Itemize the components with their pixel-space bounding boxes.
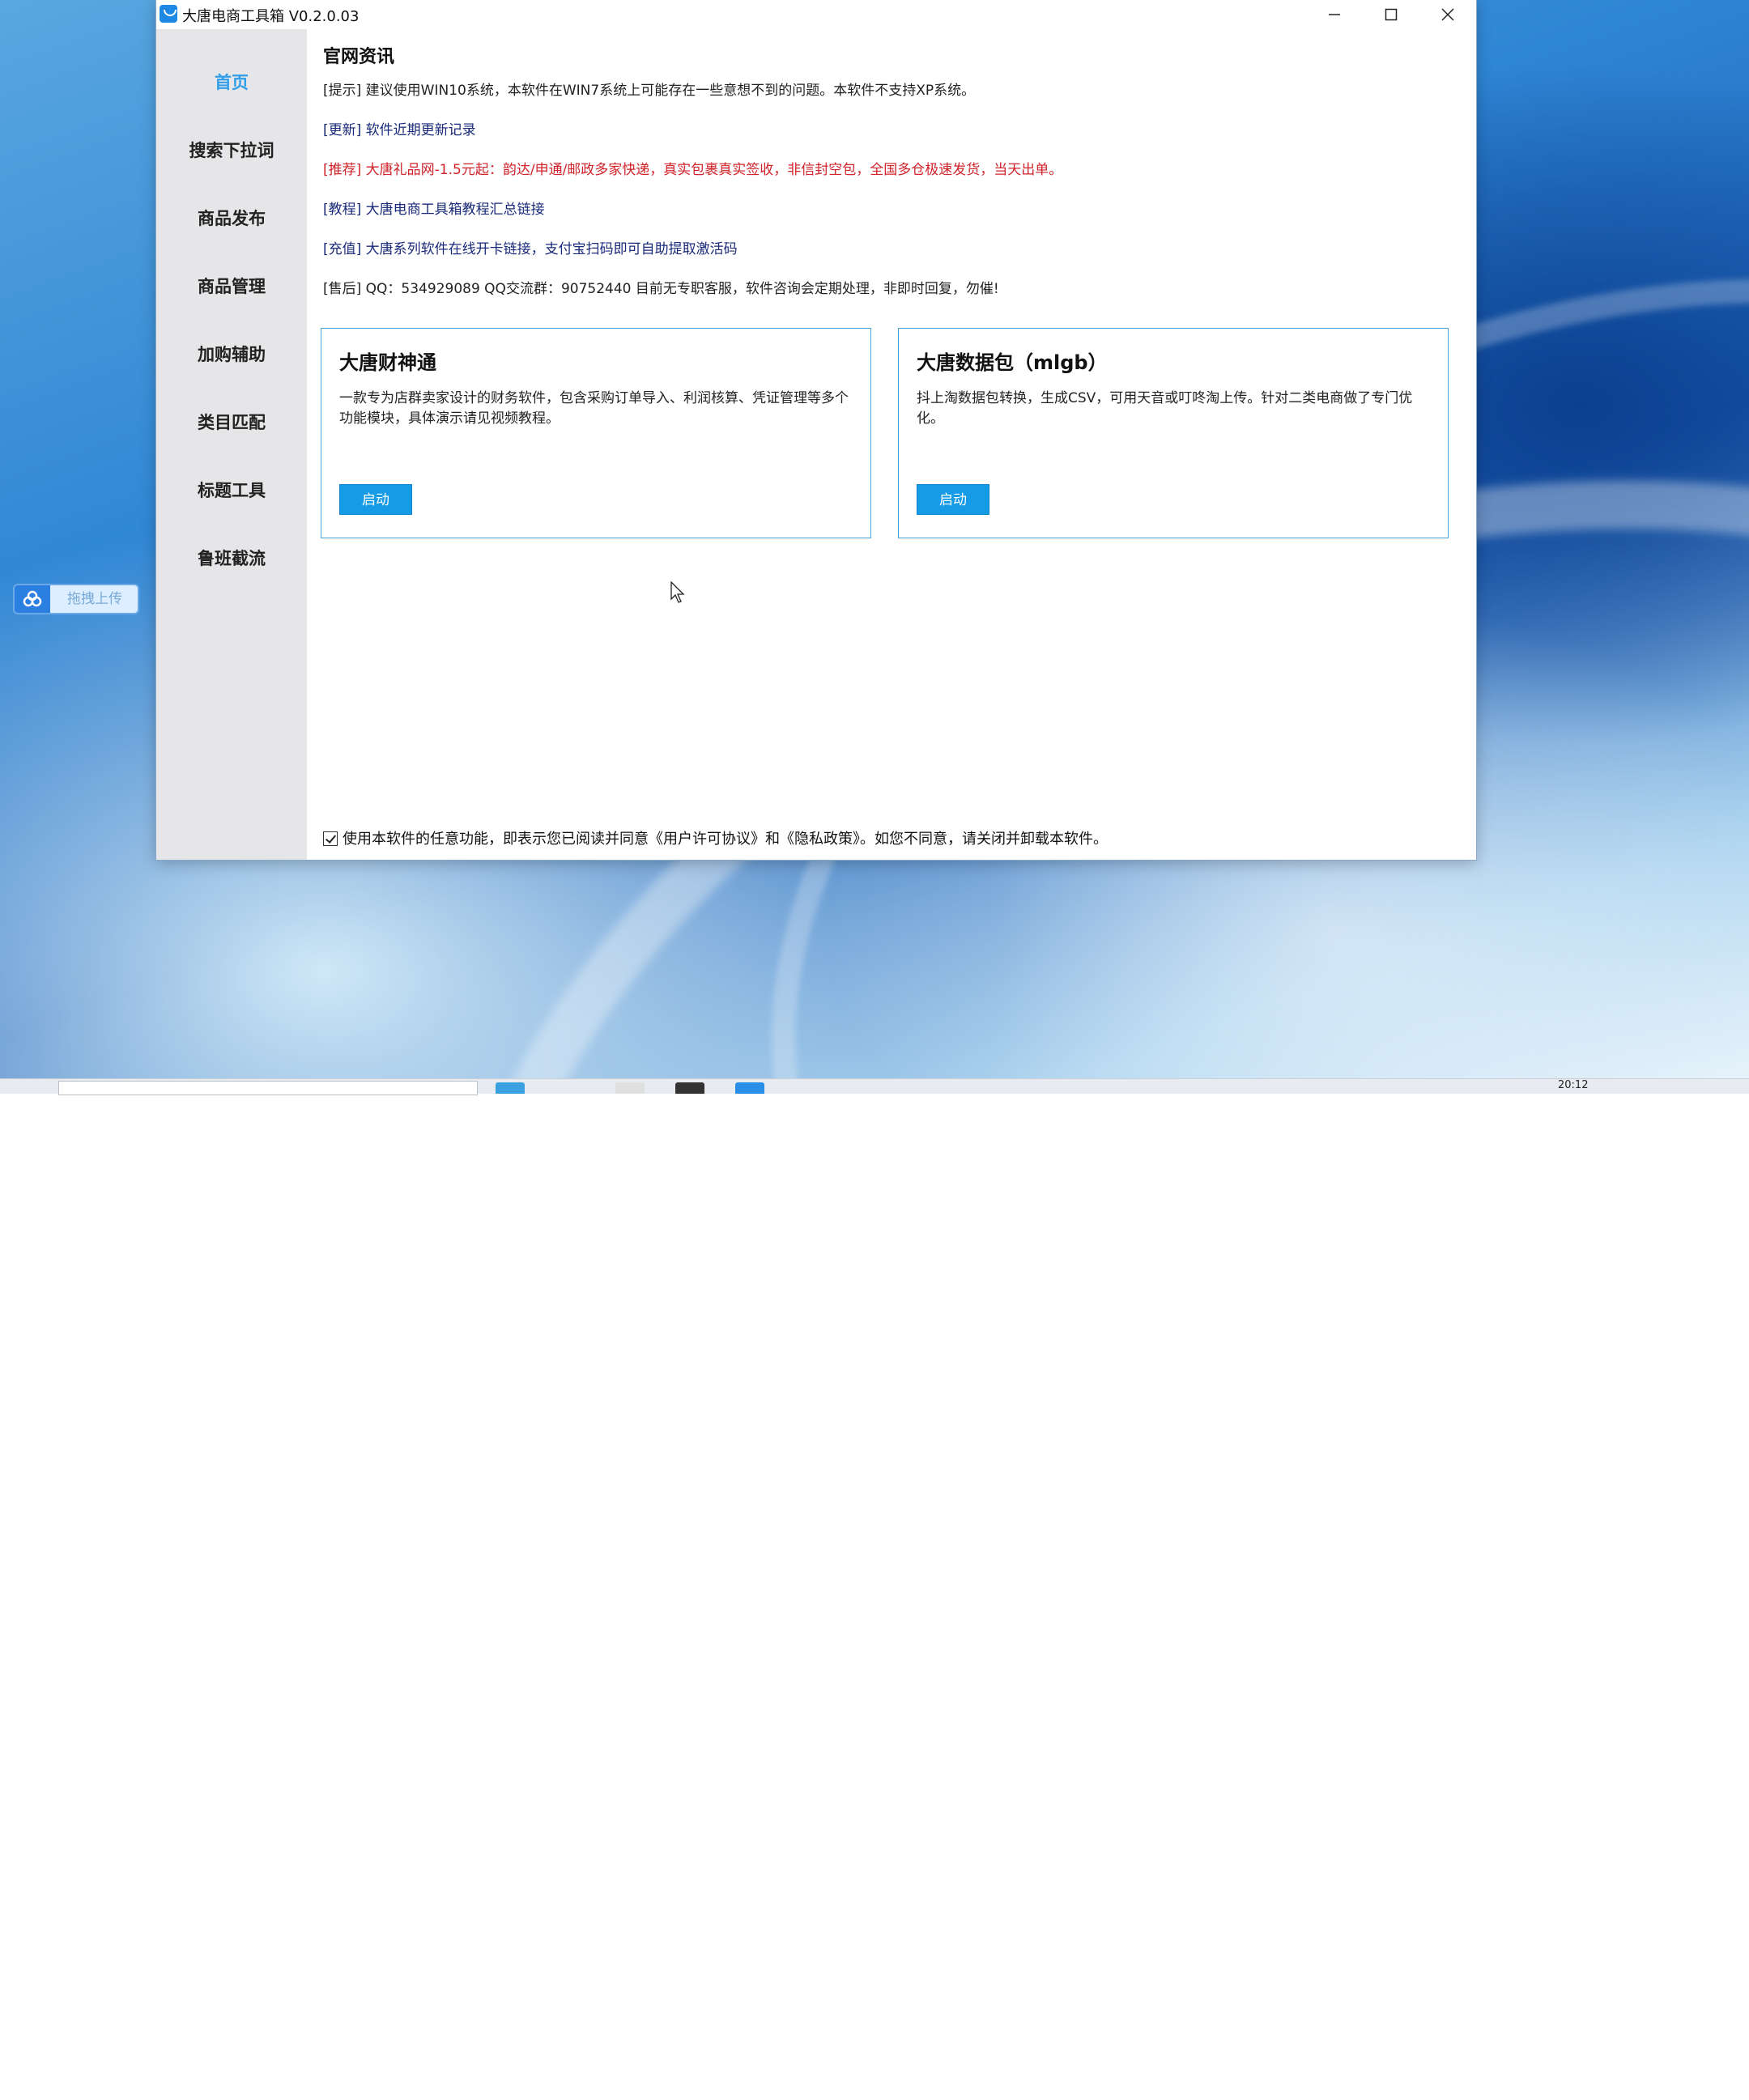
- sidebar-item-title-tools[interactable]: 标题工具: [156, 466, 307, 515]
- drag-upload-label: 拖拽上传: [67, 591, 122, 607]
- taskbar-app-icon[interactable]: [675, 1082, 704, 1094]
- main-content: 官网资讯 [提示] 建议使用WIN10系统，本软件在WIN7系统上可能存在一些意…: [307, 29, 1476, 860]
- sidebar-item-product-management[interactable]: 商品管理: [156, 262, 307, 311]
- start-button[interactable]: 启动: [339, 484, 412, 515]
- sidebar-item-product-publish[interactable]: 商品发布: [156, 194, 307, 243]
- drag-upload-widget[interactable]: 拖拽上传: [13, 584, 139, 614]
- close-button[interactable]: [1419, 0, 1476, 29]
- section-title: 官网资讯: [323, 47, 395, 67]
- agreement-checkbox[interactable]: [323, 831, 338, 846]
- news-after-sales: [售后] QQ：534929089 QQ交流群：90752440 目前无专职客服…: [323, 281, 999, 297]
- title-bar[interactable]: 大唐电商工具箱 V0.2.0.03: [156, 0, 1476, 29]
- news-tutorial-link[interactable]: [教程] 大唐电商工具箱教程汇总链接: [323, 198, 545, 218]
- cloud-share-icon: [15, 585, 50, 613]
- product-card: 大唐财神通 一款专为店群卖家设计的财务软件，包含采购订单导入、利润核算、凭证管理…: [321, 328, 871, 538]
- agreement-row: 使用本软件的任意功能，即表示您已阅读并同意《用户许可协议》和《隐私政策》。如您不…: [323, 827, 1108, 848]
- taskbar-app-icon[interactable]: [615, 1082, 645, 1094]
- app-window: 大唐电商工具箱 V0.2.0.03 首页 搜索下拉词 商品发布 商品管理 加购辅…: [156, 0, 1476, 860]
- minimize-icon: [1329, 14, 1340, 15]
- card-description: 一款专为店群卖家设计的财务软件，包含采购订单导入、利润核算、凭证管理等多个功能模…: [339, 390, 849, 427]
- taskbar: 20:12: [0, 1078, 1749, 1095]
- app-logo-icon: [160, 5, 177, 23]
- sidebar-item-search-dropdown-words[interactable]: 搜索下拉词: [156, 126, 307, 175]
- card-title: 大唐财神通: [339, 351, 436, 374]
- card-description: 抖上淘数据包转换，生成CSV，可用天音或叮咚淘上传。针对二类电商做了专门优化。: [917, 390, 1413, 427]
- window-title: 大唐电商工具箱 V0.2.0.03: [182, 8, 360, 25]
- sidebar-item-home[interactable]: 首页: [156, 58, 307, 107]
- news-tip: [提示] 建议使用WIN10系统，本软件在WIN7系统上可能存在一些意想不到的问…: [323, 83, 976, 99]
- sidebar-nav: 首页 搜索下拉词 商品发布 商品管理 加购辅助 类目匹配 标题工具 鲁班截流: [156, 29, 307, 860]
- product-card: 大唐数据包（mlgb） 抖上淘数据包转换，生成CSV，可用天音或叮咚淘上传。针对…: [898, 328, 1449, 538]
- maximize-icon: [1385, 8, 1398, 21]
- card-title: 大唐数据包（mlgb）: [917, 351, 1108, 374]
- minimize-button[interactable]: [1306, 0, 1363, 29]
- taskbar-app-icon[interactable]: [496, 1082, 525, 1094]
- sidebar-item-add-to-cart-assist[interactable]: 加购辅助: [156, 330, 307, 379]
- agreement-text: 使用本软件的任意功能，即表示您已阅读并同意《用户许可协议》和《隐私政策》。如您不…: [343, 831, 1108, 848]
- sidebar-item-luban-intercept[interactable]: 鲁班截流: [156, 534, 307, 583]
- taskbar-clock[interactable]: 20:12: [1558, 1079, 1588, 1091]
- close-icon: [1441, 8, 1454, 21]
- sidebar-item-category-match[interactable]: 类目匹配: [156, 398, 307, 447]
- start-button[interactable]: 启动: [917, 484, 989, 515]
- news-recharge-link[interactable]: [充值] 大唐系列软件在线开卡链接，支付宝扫码即可自助提取激活码: [323, 237, 738, 257]
- taskbar-app-icon[interactable]: [735, 1082, 764, 1094]
- taskbar-search-box[interactable]: [58, 1081, 478, 1095]
- news-update-link[interactable]: [更新] 软件近期更新记录: [323, 118, 476, 138]
- maximize-button[interactable]: [1363, 0, 1419, 29]
- news-recommend-link[interactable]: [推荐] 大唐礼品网-1.5元起：韵达/申通/邮政多家快递，真实包裹真实签收，非…: [323, 158, 1062, 178]
